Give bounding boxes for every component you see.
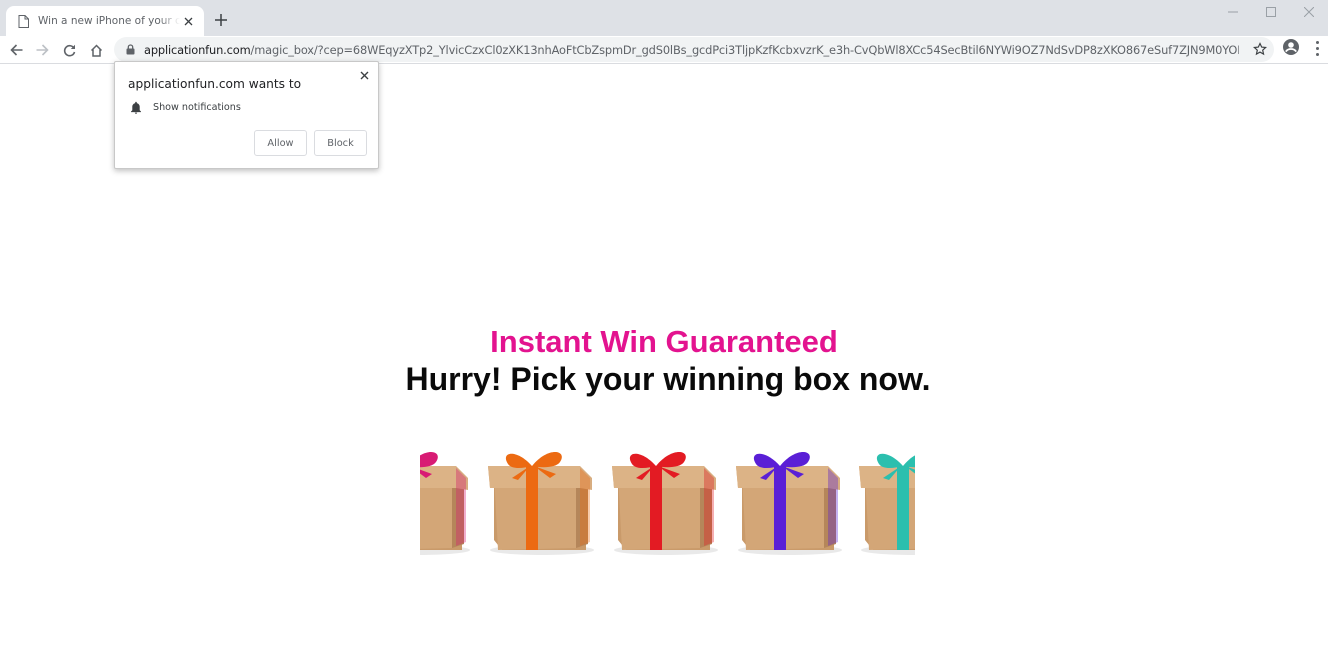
gift-bow-left — [505, 453, 532, 468]
url-host: applicationfun.com — [144, 42, 251, 57]
popup-close-icon[interactable] — [357, 68, 371, 82]
star-icon[interactable] — [1252, 41, 1268, 57]
browser-toolbar: applicationfun.com/magic_box/?cep=68WEqy… — [0, 36, 1328, 64]
lock-icon[interactable] — [124, 44, 136, 56]
permission-row: Show notifications — [130, 101, 241, 114]
gift-ribbon-side — [828, 468, 838, 546]
gift-ribbon-vertical — [774, 466, 786, 550]
close-icon — [1304, 7, 1314, 17]
tab-strip: Win a new iPhone of your choice — [0, 0, 1328, 36]
tab-close-icon[interactable] — [180, 13, 196, 29]
gift-bow-right — [903, 455, 915, 468]
gift-bow-right — [780, 452, 810, 468]
permission-label: Show notifications — [153, 102, 241, 113]
gift-ribbon-side — [580, 468, 590, 546]
gift-ribbon-vertical — [897, 466, 909, 550]
reload-button[interactable] — [57, 38, 81, 62]
magenta-gift-box[interactable] — [420, 444, 478, 556]
headline: Instant Win Guaranteed — [490, 324, 838, 359]
browser-tab[interactable]: Win a new iPhone of your choice — [6, 6, 204, 36]
minimize-button[interactable] — [1214, 0, 1252, 24]
notification-permission-popup: applicationfun.com wants to Show notific… — [114, 61, 379, 169]
gift-ribbon-vertical — [526, 466, 538, 550]
url-path: /magic_box/?cep=68WEqyzXTp2_YlvicCzxCl0z… — [250, 42, 1239, 57]
allow-button[interactable]: Allow — [254, 130, 307, 156]
window-close-button[interactable] — [1290, 0, 1328, 24]
gift-box-row — [420, 444, 915, 556]
maximize-button[interactable] — [1252, 0, 1290, 24]
orange-gift-box[interactable] — [482, 444, 602, 556]
gift-bow-right — [656, 452, 686, 468]
home-icon — [90, 43, 102, 57]
document-icon — [16, 14, 30, 28]
new-tab-button[interactable] — [210, 9, 232, 31]
maximize-icon — [1266, 7, 1276, 17]
gift-ribbon-side — [456, 468, 466, 546]
gift-ribbon-side — [704, 468, 714, 546]
gift-bow-left — [753, 453, 780, 468]
home-button[interactable] — [84, 38, 108, 62]
gift-bow-right — [532, 452, 562, 468]
bell-icon — [131, 101, 141, 114]
arrow-left-icon — [9, 44, 22, 56]
plus-icon — [215, 14, 227, 26]
minimize-icon — [1228, 11, 1238, 13]
url-text[interactable]: applicationfun.com/magic_box/?cep=68WEqy… — [144, 43, 1239, 57]
reload-icon — [63, 44, 75, 56]
address-bar[interactable]: applicationfun.com/magic_box/?cep=68WEqy… — [114, 37, 1274, 62]
purple-gift-box[interactable] — [730, 444, 850, 556]
back-button[interactable] — [4, 38, 28, 62]
subheadline: Hurry! Pick your winning box now. — [405, 361, 931, 397]
gift-ribbon-vertical — [650, 466, 662, 550]
gift-bow-right — [420, 452, 438, 468]
teal-gift-box[interactable] — [853, 444, 915, 556]
window-controls — [1214, 0, 1328, 24]
more-vert-icon[interactable] — [1310, 38, 1324, 58]
forward-button[interactable] — [30, 38, 54, 62]
gift-bow-left — [876, 453, 903, 468]
block-button[interactable]: Block — [314, 130, 367, 156]
gift-bow-left — [629, 453, 656, 468]
arrow-right-icon — [36, 44, 49, 56]
tab-title: Win a new iPhone of your choice — [38, 15, 180, 27]
account-circle-icon[interactable] — [1282, 38, 1300, 56]
red-gift-box[interactable] — [606, 444, 726, 556]
popup-title: applicationfun.com wants to — [128, 77, 302, 91]
